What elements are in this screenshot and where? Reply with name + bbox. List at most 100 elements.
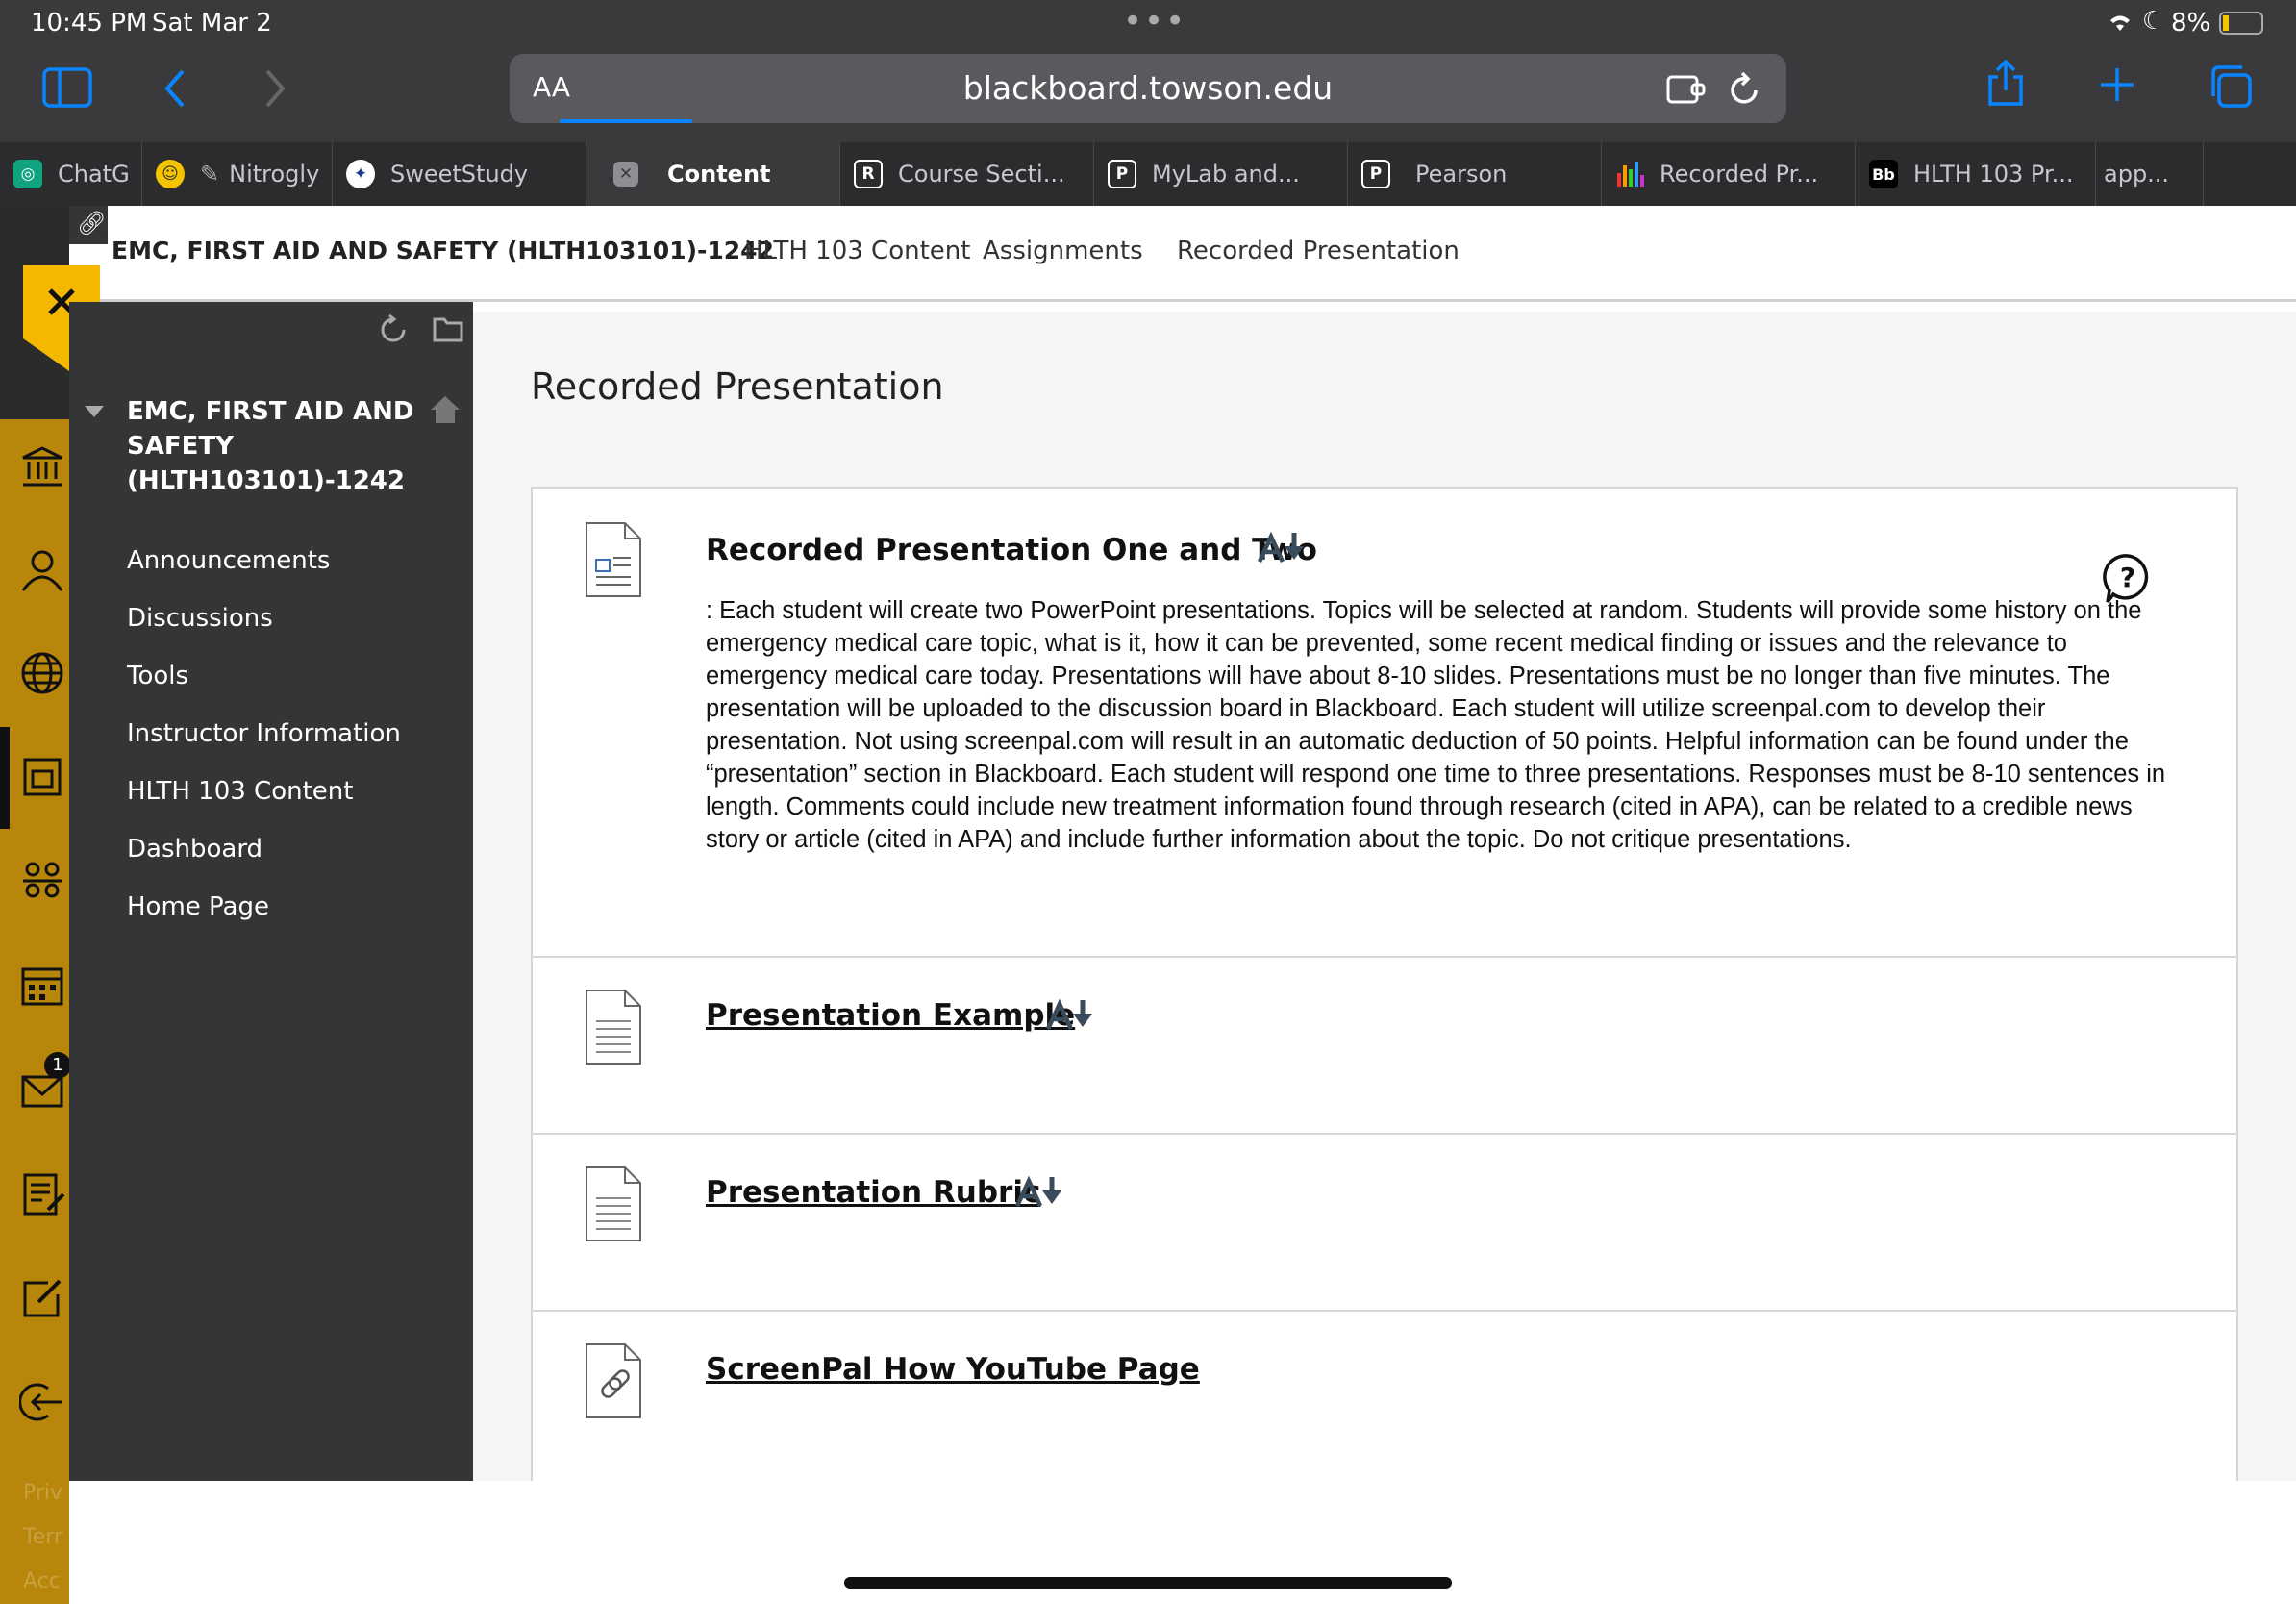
address-bar[interactable]: AA blackboard.towson.edu: [510, 54, 1786, 123]
document-icon: [586, 522, 641, 597]
content-item: [531, 1310, 2238, 1483]
sidebar-item-hlth-103-content[interactable]: HLTH 103 Content: [127, 777, 353, 806]
close-tab-icon[interactable]: ✕: [613, 162, 638, 187]
link-icon: 🔗︎: [77, 210, 107, 237]
browser-tab[interactable]: R Course Secti...: [840, 142, 1094, 206]
sidebar-item-tools[interactable]: Tools: [127, 662, 188, 690]
browser-tab[interactable]: P Pearson: [1348, 142, 1602, 206]
new-tab-icon[interactable]: [2098, 65, 2136, 104]
reload-icon[interactable]: [1727, 71, 1761, 108]
terms-link[interactable]: Terr: [23, 1525, 62, 1549]
grades-icon[interactable]: [19, 1171, 65, 1217]
profile-icon[interactable]: [19, 546, 65, 592]
sidebar-course-title-line: (HLTH103101)-1242: [127, 466, 405, 495]
home-icon[interactable]: [429, 394, 462, 425]
file-icon: [586, 990, 641, 1065]
svg-text:?: ?: [2120, 562, 2135, 593]
reader-extension-icon[interactable]: [1665, 73, 1708, 106]
chatgpt-icon: ◎: [13, 160, 42, 188]
status-date: Sat Mar 2: [152, 9, 272, 38]
url-text[interactable]: blackboard.towson.edu: [510, 69, 1786, 107]
content-top-strip: [473, 302, 2296, 312]
tab-overview-icon[interactable]: [2208, 63, 2254, 110]
browser-tab[interactable]: ✦ SweetStudy: [333, 142, 586, 206]
breadcrumb-recorded-presentation[interactable]: Recorded Presentation: [1177, 237, 1460, 265]
sweetstudy-icon: ✦: [346, 160, 375, 188]
sign-out-icon[interactable]: [19, 1379, 65, 1425]
tab-label: app...: [2104, 161, 2170, 188]
tab-label: HLTH 103 Pr...: [1913, 161, 2074, 188]
mail-badge: 1: [44, 1052, 71, 1079]
collapse-caret-icon[interactable]: [83, 404, 106, 419]
forward-icon[interactable]: [262, 67, 288, 110]
tab-label: Nitrogly: [229, 161, 320, 188]
globe-icon[interactable]: [19, 650, 65, 696]
breadcrumb-hlth-content[interactable]: HLTH 103 Content: [744, 237, 970, 265]
refresh-icon[interactable]: [377, 313, 410, 346]
browser-tab[interactable]: Bb HLTH 103 Pr...: [1856, 142, 2096, 206]
edit-icon[interactable]: [19, 1275, 65, 1321]
content-item: [531, 1133, 2238, 1312]
courses-icon[interactable]: [19, 754, 65, 800]
rail-active-indicator: [0, 727, 10, 829]
link-toggle[interactable]: 🔗︎: [69, 206, 108, 244]
tab-label: Course Secti...: [898, 161, 1065, 188]
calendar-icon[interactable]: [19, 962, 65, 1008]
sidebar-item-home-page[interactable]: Home Page: [127, 892, 269, 921]
battery-percent: 8%: [2171, 9, 2211, 38]
screenpal-youtube-link[interactable]: ScreenPal How YouTube Page: [706, 1352, 1200, 1387]
tab-label: MyLab and...: [1152, 161, 1300, 188]
browser-tab[interactable]: ◎ ChatG: [0, 142, 142, 206]
sidebar-item-announcements[interactable]: Announcements: [127, 546, 330, 575]
page-title: Recorded Presentation: [531, 365, 944, 408]
browser-tab[interactable]: app...: [2096, 142, 2204, 206]
institution-icon[interactable]: [19, 444, 65, 490]
home-indicator[interactable]: [844, 1577, 1452, 1589]
folder-view-icon[interactable]: [433, 315, 463, 342]
share-icon[interactable]: [1986, 60, 2025, 108]
presentation-rubric-link[interactable]: Presentation Rubric: [706, 1175, 1040, 1210]
sidebar-course-title-line: EMC, FIRST AID AND: [127, 397, 414, 426]
alternative-formats-icon[interactable]: [1015, 1175, 1063, 1208]
tab-label: ChatG: [58, 161, 130, 188]
presentation-example-link[interactable]: Presentation Example: [706, 998, 1075, 1033]
pencil-icon: ✎: [200, 161, 220, 188]
course-breadcrumb-bar: EMC, FIRST AID AND SAFETY (HLTH103101)-1…: [0, 206, 2296, 302]
accessibility-link[interactable]: Acc: [23, 1569, 61, 1593]
browser-tab[interactable]: Recorded Pr...: [1602, 142, 1856, 206]
wifi-icon: [2110, 15, 2130, 31]
tab-label: Pearson: [1415, 161, 1508, 188]
status-time: 10:45 PM: [31, 9, 148, 38]
tab-label: SweetStudy: [390, 161, 529, 188]
file-icon: [586, 1166, 641, 1241]
breadcrumb-assignments[interactable]: Assignments: [983, 237, 1143, 265]
r-site-icon: R: [854, 160, 883, 188]
course-title[interactable]: EMC, FIRST AID AND SAFETY (HLTH103101)-1…: [112, 237, 774, 264]
sidebar-item-discussions[interactable]: Discussions: [127, 604, 273, 633]
alternative-formats-icon[interactable]: [1258, 531, 1306, 564]
browser-tab[interactable]: P MyLab and...: [1094, 142, 1348, 206]
blackboard-icon: Bb: [1869, 160, 1898, 188]
browser-tab[interactable]: ☺ ✎ Nitrogly: [142, 142, 333, 206]
bar-chart-icon: [1617, 162, 1644, 187]
tab-bar: ◎ ChatG ☺ ✎ Nitrogly ✦ SweetStudy ✕ Cont…: [0, 142, 2296, 206]
alternative-formats-icon[interactable]: [1046, 998, 1094, 1031]
groups-icon[interactable]: [19, 858, 65, 904]
sidebar-item-dashboard[interactable]: Dashboard: [127, 835, 262, 864]
back-icon[interactable]: [162, 67, 188, 110]
tab-label: Content: [667, 161, 771, 188]
sidebar-toggle-icon[interactable]: [42, 67, 92, 108]
browser-tab-active[interactable]: ✕ Content: [586, 142, 840, 206]
sidebar-item-instructor-information[interactable]: Instructor Information: [127, 719, 401, 748]
tab-label: Recorded Pr...: [1660, 161, 1819, 188]
status-bar: 10:45 PM Sat Mar 2 ••• ☾ 8%: [0, 0, 2296, 46]
load-progress: [560, 119, 692, 123]
sidebar-course-title[interactable]: EMC, FIRST AID AND SAFETY (HLTH103101)-1…: [127, 394, 414, 498]
item-description: : Each student will create two PowerPoin…: [706, 597, 2166, 853]
web-link-icon: [586, 1343, 641, 1418]
multitask-dots-icon[interactable]: •••: [1123, 2, 1186, 40]
menu-flag-tail: [23, 338, 69, 371]
content-item: [531, 956, 2238, 1135]
pearson-icon: P: [1108, 160, 1136, 188]
privacy-link[interactable]: Priv: [23, 1481, 62, 1505]
